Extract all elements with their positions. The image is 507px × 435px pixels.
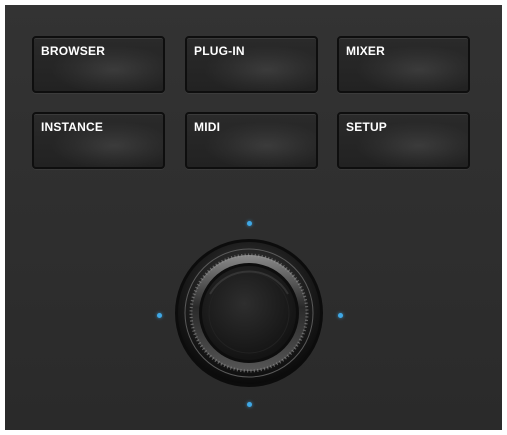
led-left-indicator: [157, 313, 162, 318]
instance-button[interactable]: INSTANCE: [32, 112, 165, 169]
mixer-button-label: MIXER: [346, 44, 386, 58]
led-right-indicator: [338, 313, 343, 318]
instance-button-label: INSTANCE: [41, 120, 104, 134]
midi-button[interactable]: MIDI: [185, 112, 318, 169]
plugin-button[interactable]: PLUG-IN: [185, 36, 318, 93]
led-up-indicator: [247, 221, 252, 226]
push-encoder-knob[interactable]: [174, 238, 324, 388]
encoder-knob-icon: [175, 239, 323, 387]
browser-button[interactable]: BROWSER: [32, 36, 165, 93]
led-down-indicator: [247, 402, 252, 407]
setup-button-label: SETUP: [346, 120, 388, 134]
midi-button-label: MIDI: [194, 120, 221, 134]
browser-button-label: BROWSER: [41, 44, 106, 58]
setup-button[interactable]: SETUP: [337, 112, 470, 169]
mixer-button[interactable]: MIXER: [337, 36, 470, 93]
plugin-button-label: PLUG-IN: [194, 44, 245, 58]
controller-panel: BROWSER PLUG-IN MIXER INSTANCE MIDI SETU…: [5, 5, 502, 430]
